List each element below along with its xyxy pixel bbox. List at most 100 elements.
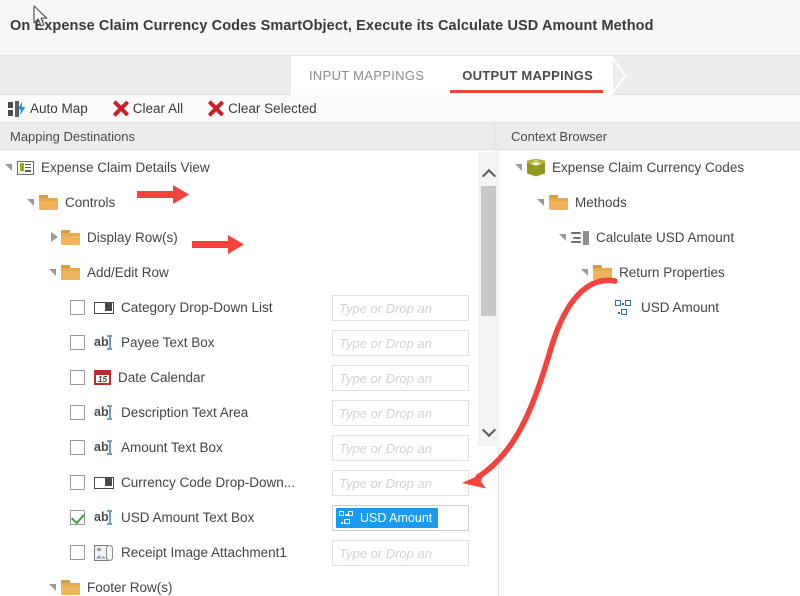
dropdown-icon [94,301,114,314]
tree-node[interactable]: Controls [0,185,477,220]
context-tree-node[interactable]: Return Properties [500,255,800,290]
dropdown-icon [94,476,114,489]
mapping-value-field[interactable]: Type or Drop an [332,470,469,496]
mapping-checkbox[interactable] [70,440,85,455]
tab-band: INPUT MAPPINGS OUTPUT MAPPINGS [0,56,800,95]
collapse-arrow-icon[interactable] [4,161,17,174]
context-tree-label: Calculate USD Amount [596,230,735,245]
folder-icon [549,195,568,210]
context-browser-header: Context Browser [494,123,800,150]
mapping-checkbox[interactable] [70,335,85,350]
tab-input-mappings[interactable]: INPUT MAPPINGS [291,56,458,95]
context-browser-title: Context Browser [511,128,608,144]
close-icon [207,100,224,117]
mapping-checkbox[interactable] [70,545,85,560]
calendar-icon: 15 [94,370,111,385]
textbox-icon: ab [94,440,114,455]
property-icon [615,299,634,316]
mapping-row-label: Category Drop-Down List [121,300,273,315]
mapping-row-label: Currency Code Drop-Down... [121,475,296,490]
mapping-checkbox[interactable] [70,475,85,490]
textbox-icon: ab [94,405,114,420]
mapping-destinations-title: Mapping Destinations [10,128,136,144]
image-attachment-icon [94,544,114,561]
mapping-value-field[interactable]: Type or Drop an [332,400,469,426]
collapse-arrow-icon[interactable] [26,196,39,209]
folder-icon [61,580,80,595]
textbox-icon: ab [94,510,114,525]
context-tree-node[interactable]: Calculate USD Amount [500,220,800,255]
tree-node-label: Footer Row(s) [87,580,173,595]
context-tree-label: USD Amount [641,300,720,315]
context-browser-tree: Expense Claim Currency Codes Methods Calcu… [500,150,800,596]
clear-selected-button[interactable]: Clear Selected [197,95,317,123]
mapping-checkbox[interactable] [70,370,85,385]
auto-map-icon [8,100,26,117]
mapping-value-field[interactable]: Type or Drop an [332,540,469,566]
folder-icon [39,195,58,210]
folder-icon [61,230,80,245]
tree-node[interactable]: Display Row(s) [0,220,477,255]
mapping-row-label: Date Calendar [118,370,206,385]
method-icon [571,230,589,245]
clear-all-button[interactable]: Clear All [102,95,183,123]
mapping-value-field[interactable]: Type or Drop an [332,295,469,321]
mapping-value-field[interactable]: USD Amount [332,505,469,531]
textbox-icon: ab [94,335,114,350]
mapping-token-label: USD Amount [360,511,433,525]
mapping-checkbox[interactable] [70,300,85,315]
scroll-down-icon[interactable] [478,418,499,442]
mapping-destinations-header: Mapping Destinations [0,123,494,150]
context-tree-label: Expense Claim Currency Codes [552,160,745,175]
clear-selected-label: Clear Selected [228,101,317,116]
toolbar: Auto Map Clear All Clear Selected [0,95,800,123]
tab-output-mappings[interactable]: OUTPUT MAPPINGS [444,56,627,95]
tree-node-label: Expense Claim Details View [41,160,210,175]
mapping-row-label: Amount Text Box [121,440,223,455]
smartobject-icon [527,158,545,177]
context-tree-node[interactable]: USD Amount [500,290,800,325]
tree-node-label: Controls [65,195,116,210]
tree-node[interactable]: Add/Edit Row [0,255,477,290]
title-bar: On Expense Claim Currency Codes SmartObj… [0,0,800,56]
collapse-arrow-icon[interactable] [580,266,593,279]
mapping-value-field[interactable]: Type or Drop an [332,365,469,391]
tab-strip: INPUT MAPPINGS OUTPUT MAPPINGS [291,56,627,95]
auto-map-button[interactable]: Auto Map [0,95,88,123]
tree-node-label: Add/Edit Row [87,265,169,280]
scroll-up-icon[interactable] [478,162,499,186]
mapping-checkbox[interactable] [70,405,85,420]
mapping-value-field[interactable]: Type or Drop an [332,435,469,461]
collapse-arrow-icon[interactable] [514,161,527,174]
collapse-arrow-icon[interactable] [48,581,61,594]
vertical-scrollbar[interactable] [478,152,499,446]
auto-map-label: Auto Map [30,101,88,116]
tree-node-label: Display Row(s) [87,230,178,245]
view-icon [17,160,34,175]
mapping-row-label: USD Amount Text Box [121,510,255,525]
tree-node[interactable]: Expense Claim Details View [0,150,477,185]
mapping-checkbox[interactable] [70,510,85,525]
chevron-right-icon [612,56,627,95]
folder-icon [593,265,612,280]
tree-node[interactable]: Footer Row(s) [0,570,477,596]
context-tree-label: Return Properties [619,265,725,280]
context-tree-label: Methods [575,195,627,210]
mapping-row-label: Payee Text Box [121,335,215,350]
mapping-dialog: On Expense Claim Currency Codes SmartObj… [0,0,800,596]
expand-arrow-icon[interactable] [48,231,61,244]
mapping-token[interactable]: USD Amount [336,508,439,528]
mapping-destinations-tree: Expense Claim Details View Controls Displa… [0,150,477,596]
scrollbar-thumb[interactable] [481,186,496,316]
tab-output-mappings-label: OUTPUT MAPPINGS [462,68,594,83]
context-tree-node[interactable]: Expense Claim Currency Codes [500,150,800,185]
close-icon [112,100,129,117]
mapping-value-field[interactable]: Type or Drop an [332,330,469,356]
collapse-arrow-icon[interactable] [558,231,571,244]
mapping-row-label: Receipt Image Attachment1 [121,545,287,560]
context-tree-node[interactable]: Methods [500,185,800,220]
collapse-arrow-icon[interactable] [48,266,61,279]
tab-input-mappings-label: INPUT MAPPINGS [309,68,425,83]
collapse-arrow-icon[interactable] [536,196,549,209]
